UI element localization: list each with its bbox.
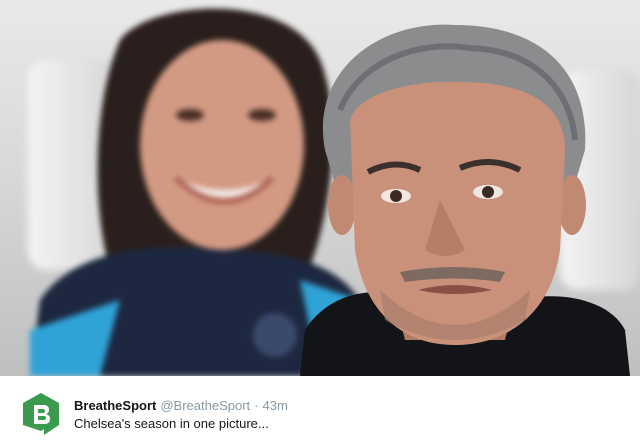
author-display-name[interactable]: BreatheSport bbox=[74, 398, 156, 413]
tweet-photo[interactable] bbox=[0, 0, 640, 376]
breathe-sport-logo-icon[interactable] bbox=[22, 393, 60, 437]
person-right-image bbox=[300, 24, 630, 376]
tweet-timestamp[interactable]: 43m bbox=[263, 398, 288, 413]
author-handle[interactable]: @BreatheSport bbox=[160, 398, 250, 413]
tweet-text: Chelsea's season in one picture... bbox=[74, 416, 269, 431]
separator-dot: · bbox=[254, 398, 259, 413]
tweet-card: BreatheSport @BreatheSport · 43m Chelsea's … bbox=[0, 0, 640, 446]
tweet-author-line: BreatheSport @BreatheSport · 43m bbox=[74, 397, 288, 415]
